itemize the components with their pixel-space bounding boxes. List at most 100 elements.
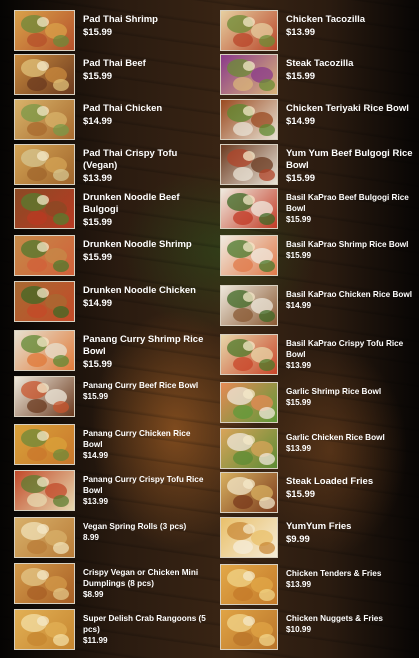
menu-item-name: Yum Yum Beef Bulgogi Rice Bowl: [286, 148, 413, 171]
menu-item-price: $15.99: [83, 217, 113, 228]
food-photo: [220, 472, 278, 513]
menu-item-name: Vegan Spring Rolls (3 pcs): [83, 522, 187, 531]
menu-board: Pad Thai Shrimp $15.99 Pad Thai Beef $15.99…: [0, 0, 419, 658]
menu-item-info: Basil KaPrao Crispy Tofu Rice Bowl $13.99: [286, 338, 414, 372]
food-photo: [14, 517, 75, 558]
menu-item-info: Pad Thai Chicken $14.99: [83, 103, 211, 128]
food-photo: [14, 470, 75, 511]
menu-item-name: Drunken Noodle Beef Bulgogi: [83, 192, 180, 215]
menu-item-name: Drunken Noodle Shrimp: [83, 239, 192, 250]
menu-item-info: Garlic Shrimp Rice Bowl $15.99: [286, 386, 414, 409]
menu-item-price: $14.99: [83, 298, 113, 309]
food-photo: [220, 99, 278, 140]
menu-item-info: Drunken Noodle Beef Bulgogi $15.99: [83, 192, 211, 229]
menu-item-info: Pad Thai Shrimp $15.99: [83, 14, 211, 39]
menu-item-price: $11.99: [83, 636, 108, 645]
menu-item-name: Chicken Tacozilla: [286, 14, 366, 25]
menu-item-info: Super Delish Crab Rangoons (5 pcs) $11.99: [83, 613, 211, 647]
menu-item-price: $15.99: [286, 173, 316, 184]
food-photo: [220, 382, 278, 423]
menu-item-name: Pad Thai Crispy Tofu (Vegan): [83, 148, 178, 171]
menu-item-info: Basil KaPrao Chicken Rice Bowl $14.99: [286, 289, 414, 312]
menu-item-name: Steak Loaded Fries: [286, 476, 374, 487]
menu-item-info: Pad Thai Crispy Tofu (Vegan) $13.99: [83, 148, 211, 185]
menu-item-name: Chicken Nuggets & Fries: [286, 614, 383, 623]
menu-item-info: Yum Yum Beef Bulgogi Rice Bowl $15.99: [286, 148, 414, 185]
menu-item-name: Chicken Teriyaki Rice Bowl: [286, 103, 409, 114]
menu-item-info: Panang Curry Shrimp Rice Bowl $15.99: [83, 334, 211, 371]
menu-item-name: Pad Thai Shrimp: [83, 14, 158, 25]
menu-item-name: Drunken Noodle Chicken: [83, 285, 196, 296]
menu-item-name: Steak Tacozilla: [286, 58, 354, 69]
food-photo: [220, 517, 278, 558]
menu-item-info: YumYum Fries $9.99: [286, 521, 414, 546]
menu-item-info: Chicken Tenders & Fries $13.99: [286, 568, 414, 591]
menu-item-price: $14.99: [286, 301, 312, 310]
menu-item-price: $10.99: [286, 625, 312, 634]
food-photo: [220, 10, 278, 51]
menu-item-price: $15.99: [83, 252, 113, 263]
menu-item-name: Pad Thai Beef: [83, 58, 146, 69]
food-photo: [220, 285, 278, 326]
menu-item-info: Steak Loaded Fries $15.99: [286, 476, 414, 501]
menu-item-price: $15.99: [286, 489, 316, 500]
menu-item-name: Panang Curry Chicken Rice Bowl: [83, 429, 191, 449]
food-photo: [14, 609, 75, 650]
food-photo: [220, 144, 278, 185]
menu-item-info: Basil KaPrao Shrimp Rice Bowl $15.99: [286, 239, 414, 262]
menu-item-name: Panang Curry Beef Rice Bowl: [83, 381, 199, 390]
menu-item-price: $15.99: [286, 398, 312, 407]
menu-item-price: $15.99: [83, 392, 109, 401]
menu-item-info: Panang Curry Crispy Tofu Rice Bowl $13.99: [83, 474, 211, 508]
menu-item-price: $13.99: [286, 444, 312, 453]
food-photo: [220, 235, 278, 276]
menu-item-info: Chicken Nuggets & Fries $10.99: [286, 613, 414, 636]
food-photo: [220, 564, 278, 605]
menu-item-price: $15.99: [83, 27, 113, 38]
menu-item-name: Crispy Vegan or Chicken Mini Dumplings (…: [83, 568, 199, 588]
menu-item-price: $14.99: [83, 451, 109, 460]
menu-item-price: 8.99: [83, 533, 99, 542]
menu-item-info: Garlic Chicken Rice Bowl $13.99: [286, 432, 414, 455]
menu-item-price: $14.99: [286, 116, 316, 127]
food-photo: [220, 188, 278, 229]
menu-item-name: Pad Thai Chicken: [83, 103, 163, 114]
food-photo: [14, 99, 75, 140]
menu-item-info: Basil KaPrao Beef Bulgogi Rice Bowl $15.9…: [286, 192, 414, 226]
menu-item-info: Chicken Tacozilla $13.99: [286, 14, 414, 39]
menu-item-price: $15.99: [286, 71, 316, 82]
menu-item-price: $13.99: [286, 361, 312, 370]
menu-item-info: Pad Thai Beef $15.99: [83, 58, 211, 83]
menu-item-name: Chicken Tenders & Fries: [286, 569, 382, 578]
menu-item-name: Super Delish Crab Rangoons (5 pcs): [83, 614, 206, 634]
food-photo: [220, 428, 278, 469]
menu-item-price: $13.99: [83, 173, 113, 184]
food-photo: [220, 609, 278, 650]
food-photo: [14, 424, 75, 465]
food-photo: [14, 10, 75, 51]
food-photo: [14, 144, 75, 185]
food-photo: [14, 281, 75, 322]
menu-item-price: $13.99: [83, 497, 109, 506]
food-photo: [14, 563, 75, 604]
food-photo: [14, 54, 75, 95]
food-photo: [14, 376, 75, 417]
menu-item-info: Chicken Teriyaki Rice Bowl $14.99: [286, 103, 414, 128]
menu-item-info: Crispy Vegan or Chicken Mini Dumplings (…: [83, 567, 211, 601]
menu-item-name: Garlic Chicken Rice Bowl: [286, 433, 385, 442]
menu-item-price: $13.99: [286, 580, 312, 589]
food-photo: [14, 235, 75, 276]
menu-item-info: Panang Curry Chicken Rice Bowl $14.99: [83, 428, 211, 462]
menu-item-name: Panang Curry Shrimp Rice Bowl: [83, 334, 204, 357]
menu-item-name: Basil KaPrao Chicken Rice Bowl: [286, 290, 413, 299]
menu-item-name: Basil KaPrao Beef Bulgogi Rice Bowl: [286, 193, 409, 213]
menu-item-info: Steak Tacozilla $15.99: [286, 58, 414, 83]
menu-item-price: $14.99: [83, 116, 113, 127]
menu-item-name: YumYum Fries: [286, 521, 352, 532]
food-photo: [220, 54, 278, 95]
menu-item-price: $13.99: [286, 27, 316, 38]
food-photo: [220, 334, 278, 375]
menu-item-info: Drunken Noodle Chicken $14.99: [83, 285, 211, 310]
menu-item-name: Basil KaPrao Shrimp Rice Bowl: [286, 240, 409, 249]
menu-item-name: Garlic Shrimp Rice Bowl: [286, 387, 382, 396]
